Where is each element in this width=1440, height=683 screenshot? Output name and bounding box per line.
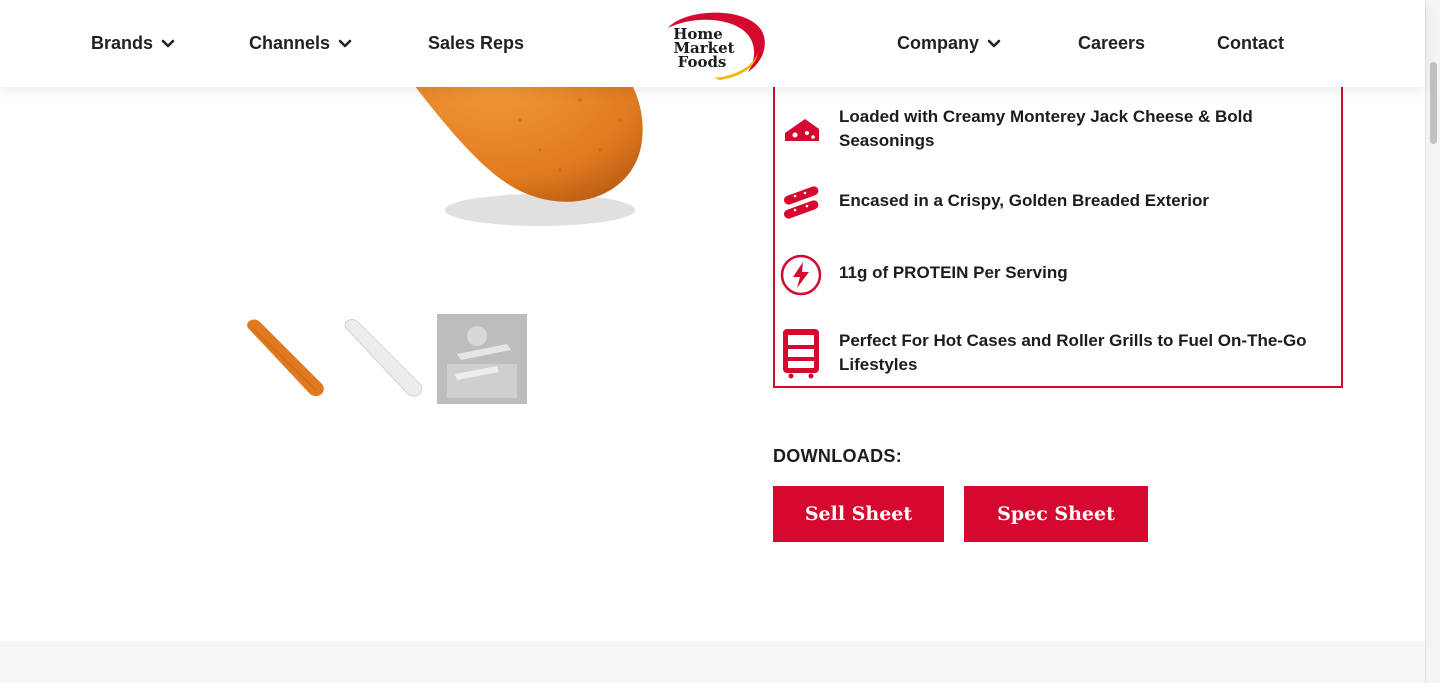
feature-item: Loaded with Creamy Monterey Jack Cheese … [775,105,1341,153]
feature-text: Encased in a Crispy, Golden Breaded Exte… [839,191,1210,210]
thumbnail-frozen-stick[interactable] [338,314,428,404]
scrollbar-thumb[interactable] [1430,62,1437,144]
chevron-down-icon [161,39,175,47]
home-market-foods-logo[interactable]: Home Market Foods [658,8,768,80]
feature-text: Perfect For Hot Cases and Roller Grills … [839,331,1307,374]
logo-text-foods: Foods [678,53,727,71]
nav-company[interactable]: Company [897,0,1001,87]
lightning-bolt-icon [780,254,822,296]
thumbnail-breaded-stick[interactable] [240,314,330,404]
chevron-down-icon [338,39,352,47]
breaded-sticks-icon [783,186,819,219]
feature-item: Encased in a Crispy, Golden Breaded Exte… [775,177,1341,225]
nav-contact[interactable]: Contact [1217,0,1284,87]
spec-sheet-button[interactable]: Spec Sheet [964,486,1148,542]
feature-text: Loaded with Creamy Monterey Jack Cheese … [839,107,1253,150]
page-scrollbar[interactable] [1425,0,1440,683]
nav-contact-label: Contact [1217,33,1284,53]
chevron-down-icon [987,39,1001,47]
nav-careers[interactable]: Careers [1078,0,1145,87]
sell-sheet-button[interactable]: Sell Sheet [773,486,944,542]
feature-item: 11g of PROTEIN Per Serving [775,249,1341,297]
nav-channels[interactable]: Channels [249,0,352,87]
thumbnail-serving-photo[interactable] [437,314,527,404]
nav-sales-reps[interactable]: Sales Reps [428,0,524,87]
site-header: Brands Channels Sales Reps Home Market F… [0,0,1425,87]
features-box: Loaded with Creamy Monterey Jack Cheese … [773,40,1343,388]
feature-text: 11g of PROTEIN Per Serving [839,263,1068,282]
nav-careers-label: Careers [1078,33,1146,53]
nav-sales-reps-label: Sales Reps [428,33,525,53]
nav-brands-label: Brands [91,33,154,53]
cheese-icon [785,119,819,141]
footer-band [0,641,1425,683]
nav-channels-label: Channels [249,33,331,53]
nav-brands[interactable]: Brands [91,0,175,87]
downloads-title: DOWNLOADS: [773,446,902,466]
feature-item: Perfect For Hot Cases and Roller Grills … [775,329,1341,379]
hot-case-icon [783,329,819,379]
nav-company-label: Company [897,33,980,53]
